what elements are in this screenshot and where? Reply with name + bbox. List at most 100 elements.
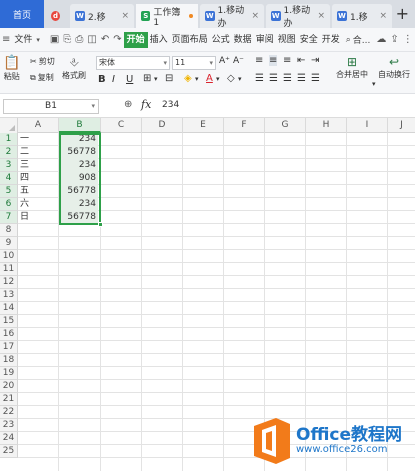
- new-tab-button[interactable]: +: [396, 4, 409, 23]
- align-middle-icon[interactable]: ≡: [269, 55, 278, 66]
- column-header-a[interactable]: A: [18, 118, 59, 133]
- name-box[interactable]: B1 ▾: [3, 99, 99, 114]
- preview-icon[interactable]: ◫: [87, 33, 96, 46]
- justify-icon[interactable]: ☰: [297, 73, 306, 84]
- chevron-down-icon[interactable]: ▾: [216, 75, 220, 83]
- menu-security[interactable]: 安全: [298, 32, 320, 48]
- column-header-g[interactable]: G: [265, 118, 306, 133]
- menu-developer[interactable]: 开发: [320, 32, 342, 48]
- cell-a[interactable]: 三: [20, 159, 58, 172]
- row-header[interactable]: 14: [0, 302, 18, 315]
- chevron-down-icon[interactable]: ▾: [238, 75, 242, 83]
- align-center-icon[interactable]: ☰: [269, 73, 278, 84]
- close-icon[interactable]: ×: [317, 11, 325, 21]
- cell-a[interactable]: 一: [20, 133, 58, 146]
- menu-data[interactable]: 数据: [232, 32, 254, 48]
- save-icon[interactable]: ▣: [50, 33, 59, 46]
- eraser-icon[interactable]: ◇: [227, 73, 235, 84]
- tab-doc-1[interactable]: W 2.移 ×: [70, 4, 134, 28]
- function-button[interactable]: fx: [141, 98, 151, 111]
- row-header[interactable]: 11: [0, 263, 18, 276]
- tab-wps-logo[interactable]: d: [46, 4, 68, 28]
- formula-input[interactable]: 234: [162, 100, 179, 110]
- align-bottom-icon[interactable]: ≡: [283, 55, 291, 66]
- row-header[interactable]: 25: [0, 445, 18, 458]
- column-header-h[interactable]: H: [306, 118, 347, 133]
- cell-b[interactable]: 56778: [60, 185, 98, 198]
- chevron-down-icon[interactable]: ▾: [195, 75, 199, 83]
- select-all-corner[interactable]: [0, 118, 18, 133]
- cut-button[interactable]: ✂ 剪切: [30, 56, 55, 67]
- chevron-down-icon[interactable]: ▾: [372, 80, 376, 88]
- row-header[interactable]: 13: [0, 289, 18, 302]
- row-header[interactable]: 3: [0, 159, 18, 172]
- font-name-select[interactable]: 宋体 ▾: [96, 56, 170, 70]
- column-header-i[interactable]: I: [347, 118, 388, 133]
- fill-color-icon[interactable]: ◈: [184, 73, 192, 84]
- cell-b[interactable]: 234: [60, 198, 98, 211]
- share-icon[interactable]: ⇪: [390, 33, 398, 46]
- cloud-icon[interactable]: ☁: [376, 33, 386, 46]
- hamburger-menu-icon[interactable]: ≡: [2, 33, 10, 46]
- cell-b[interactable]: 56778: [60, 146, 98, 159]
- row-header[interactable]: 6: [0, 198, 18, 211]
- menu-home[interactable]: 开始: [123, 31, 148, 48]
- wrap-text-button[interactable]: ↩ 自动换行: [378, 55, 410, 80]
- align-right-icon[interactable]: ☰: [283, 73, 292, 84]
- row-header[interactable]: 22: [0, 406, 18, 419]
- chevron-down-icon[interactable]: ▾: [154, 75, 158, 83]
- column-header-e[interactable]: E: [183, 118, 224, 133]
- undo-icon[interactable]: ↶: [101, 33, 109, 46]
- row-header[interactable]: 5: [0, 185, 18, 198]
- cell-a[interactable]: 四: [20, 172, 58, 185]
- row-header[interactable]: 16: [0, 328, 18, 341]
- row-header[interactable]: 24: [0, 432, 18, 445]
- column-header-b[interactable]: B: [59, 118, 101, 133]
- underline-button[interactable]: U: [126, 74, 133, 85]
- row-header[interactable]: 8: [0, 224, 18, 237]
- zoom-icon[interactable]: ⊕: [124, 99, 132, 110]
- chevron-down-icon[interactable]: ▾: [36, 33, 40, 46]
- row-header[interactable]: 1: [0, 133, 18, 146]
- menu-file[interactable]: 文件: [12, 32, 34, 48]
- distribute-icon[interactable]: ☰: [311, 73, 320, 84]
- format-painter-button[interactable]: ⎀ 格式刷: [62, 55, 86, 81]
- tab-workbook-1[interactable]: S 工作簿1: [136, 4, 198, 28]
- tab-doc-3[interactable]: W 1.移动办 ×: [200, 4, 264, 29]
- paste-button[interactable]: 📋 粘贴: [3, 55, 20, 82]
- close-icon[interactable]: ×: [121, 11, 129, 21]
- cell-b[interactable]: 56778: [60, 211, 98, 224]
- row-header[interactable]: 10: [0, 250, 18, 263]
- row-header[interactable]: 19: [0, 367, 18, 380]
- font-size-select[interactable]: 11 ▾: [172, 56, 216, 70]
- cell-a[interactable]: 六: [20, 198, 58, 211]
- indent-right-icon[interactable]: ⇥: [311, 55, 319, 66]
- increase-font-icon[interactable]: A⁺: [219, 56, 230, 66]
- borders-icon[interactable]: ⊞: [143, 73, 151, 84]
- row-header[interactable]: 7: [0, 211, 18, 224]
- column-header-c[interactable]: C: [101, 118, 142, 133]
- decrease-font-icon[interactable]: A⁻: [233, 56, 244, 66]
- close-icon[interactable]: ×: [379, 11, 387, 21]
- indent-left-icon[interactable]: ⇤: [297, 55, 305, 66]
- font-color-button[interactable]: A: [206, 73, 213, 84]
- cell-b[interactable]: 234: [60, 159, 98, 172]
- cell-b[interactable]: 908: [60, 172, 98, 185]
- redo-icon[interactable]: ↷: [113, 33, 121, 46]
- row-header[interactable]: 4: [0, 172, 18, 185]
- merge-center-button[interactable]: ⊞ 合并居中: [336, 55, 368, 80]
- cell-a[interactable]: 日: [20, 211, 58, 224]
- print-icon[interactable]: ⎙: [75, 33, 83, 46]
- cell-a[interactable]: 二: [20, 146, 58, 159]
- row-header[interactable]: 20: [0, 380, 18, 393]
- align-left-icon[interactable]: ☰: [255, 73, 264, 84]
- column-header-j[interactable]: J: [388, 118, 415, 133]
- copy-button[interactable]: ⧉ 复制: [30, 72, 54, 83]
- tab-home[interactable]: 首页: [0, 0, 44, 28]
- align-top-icon[interactable]: ≡: [255, 55, 263, 66]
- search-box[interactable]: ⌕ 合...: [346, 33, 371, 47]
- cell-b[interactable]: 234: [60, 133, 98, 146]
- menu-formulas[interactable]: 公式: [210, 32, 232, 48]
- menu-view[interactable]: 视图: [276, 32, 298, 48]
- row-header[interactable]: 2: [0, 146, 18, 159]
